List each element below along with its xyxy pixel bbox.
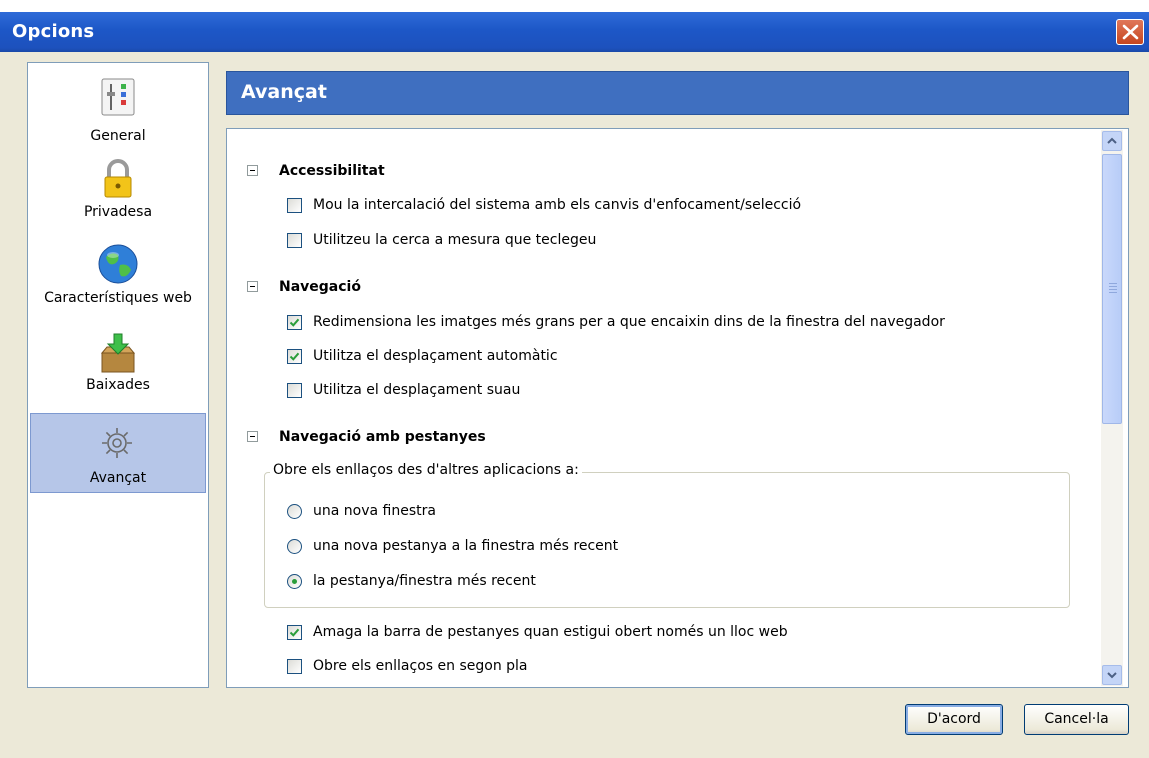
option-label: Obre els enllaços en segon pla <box>313 658 528 674</box>
checkbox[interactable] <box>287 198 302 213</box>
chevron-down-icon <box>1107 672 1117 679</box>
checkmark-icon <box>289 318 300 327</box>
sliders-icon <box>101 78 135 116</box>
download-box-icon <box>100 333 136 373</box>
options-dialog: Opcions General Privadesa Característiqu… <box>0 12 1149 758</box>
sidebar-item-label: Característiques web <box>44 290 192 306</box>
option-label: Mou la intercalació del sistema amb els … <box>313 197 802 213</box>
checkbox[interactable] <box>287 659 302 674</box>
checkbox-checked[interactable] <box>287 625 302 640</box>
option-label: Utilitza el desplaçament automàtic <box>313 348 558 364</box>
radio-button-selected[interactable] <box>287 574 302 589</box>
scroll-down-button[interactable] <box>1102 665 1122 685</box>
radio-button[interactable] <box>287 539 302 554</box>
section-heading: Navegació amb pestanyes <box>279 429 486 445</box>
panel-title: Avançat <box>241 81 327 103</box>
checkmark-icon <box>289 352 300 361</box>
scroll-thumb[interactable] <box>1102 154 1122 424</box>
sidebar-item-label: Baixades <box>86 377 150 393</box>
close-button[interactable] <box>1116 19 1144 45</box>
collapse-toggle[interactable] <box>247 165 258 176</box>
radio-label: una nova pestanya a la finestra més rece… <box>313 538 619 554</box>
category-sidebar: General Privadesa Característiques web B… <box>27 62 209 688</box>
radio-label: una nova finestra <box>313 503 436 519</box>
sidebar-item-avancat[interactable]: Avançat <box>30 413 206 493</box>
radio-button[interactable] <box>287 504 302 519</box>
checkmark-icon <box>289 628 300 637</box>
option-label: Utilitzeu la cerca a mesura que teclegeu <box>313 232 597 248</box>
option-label: Redimensiona les imatges més grans per a… <box>313 314 945 330</box>
section-heading: Navegació <box>279 279 361 295</box>
globe-icon <box>98 244 138 284</box>
scroll-up-button[interactable] <box>1102 131 1122 151</box>
window-title: Opcions <box>12 21 95 42</box>
sidebar-item-privadesa[interactable]: Privadesa <box>30 158 206 238</box>
checkbox-checked[interactable] <box>287 349 302 364</box>
checkbox-checked[interactable] <box>287 315 302 330</box>
collapse-toggle[interactable] <box>247 281 258 292</box>
collapse-toggle[interactable] <box>247 431 258 442</box>
chevron-up-icon <box>1107 137 1117 144</box>
gears-icon <box>102 428 132 458</box>
vertical-scrollbar[interactable] <box>1101 130 1123 686</box>
padlock-icon <box>104 159 132 198</box>
sidebar-item-label: Avançat <box>89 470 147 486</box>
sidebar-item-general[interactable]: General <box>30 73 206 153</box>
open-links-group: Obre els enllaços des d'altres aplicacio… <box>264 462 1070 608</box>
checkbox[interactable] <box>287 383 302 398</box>
section-heading: Accessibilitat <box>279 163 385 179</box>
checkbox[interactable] <box>287 233 302 248</box>
sidebar-item-label: General <box>90 128 146 144</box>
option-label: Amaga la barra de pestanyes quan estigui… <box>313 624 788 640</box>
radio-label: la pestanya/finestra més recent <box>313 573 536 589</box>
sidebar-item-label: Privadesa <box>83 204 153 220</box>
sidebar-item-caracteristiques-web[interactable]: Característiques web <box>30 243 206 328</box>
close-icon <box>1122 24 1139 40</box>
settings-content: Accessibilitat Mou la intercalació del s… <box>226 128 1129 688</box>
option-label: Utilitza el desplaçament suau <box>313 382 521 398</box>
panel-header: Avançat <box>226 71 1129 115</box>
cancel-button[interactable]: Cancel·la <box>1024 704 1129 735</box>
sidebar-item-baixades[interactable]: Baixades <box>30 331 206 411</box>
title-bar[interactable]: Opcions <box>0 12 1149 52</box>
group-legend: Obre els enllaços des d'altres aplicacio… <box>270 462 582 478</box>
ok-button[interactable]: D'acord <box>905 704 1003 735</box>
background-strip <box>0 0 1149 12</box>
